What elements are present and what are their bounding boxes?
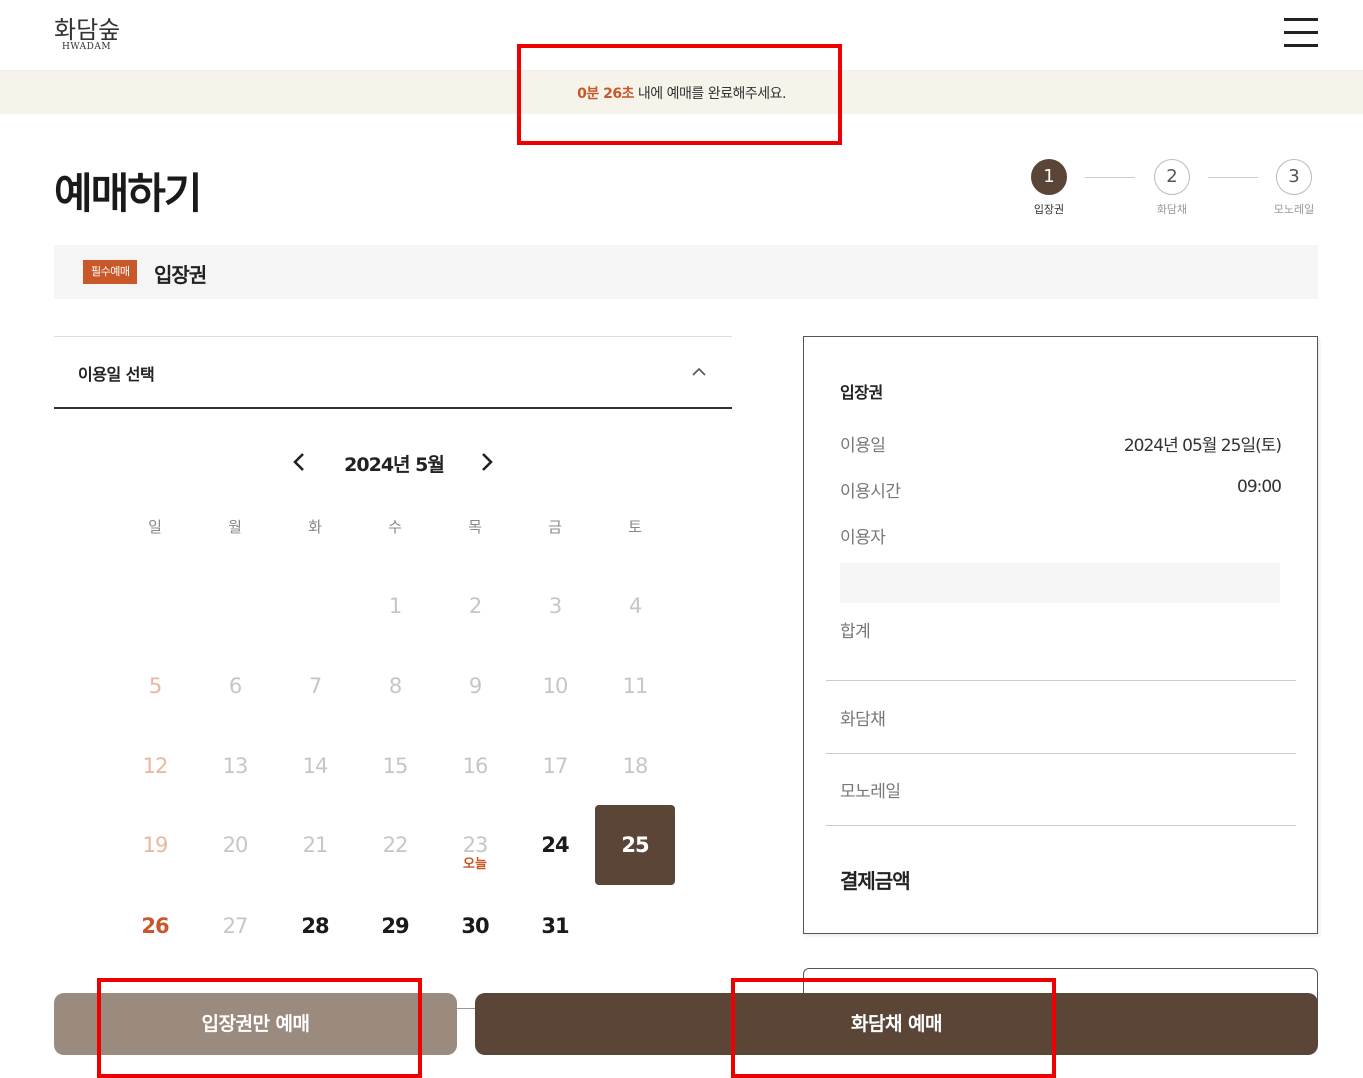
ticket-only-booking-label: 입장권만 예매: [201, 1013, 311, 1035]
calendar-day: 15: [382, 754, 409, 778]
summary-title: 입장권: [840, 383, 883, 402]
calendar-day: 19: [142, 833, 169, 857]
today-label: 오늘: [463, 857, 487, 872]
calendar-day[interactable]: 30: [435, 886, 515, 966]
calendar-day: 2: [468, 594, 482, 618]
booking-summary: 입장권 이용일 2024년 05월 25일(토) 이용시간 09:00 이용자 …: [803, 336, 1318, 934]
summary-label-visitors: 이용자: [840, 528, 886, 548]
calendar-day: 12: [142, 754, 169, 778]
timer-countdown: 0분 26초: [577, 86, 634, 102]
calendar-day[interactable]: 29: [355, 886, 435, 966]
timer-bar: 0분 26초 내에 예매를 완료해주세요.: [0, 70, 1363, 114]
divider: [826, 753, 1296, 754]
summary-label-time: 이용시간: [840, 482, 901, 502]
month-label: 2024년 5월: [344, 454, 445, 476]
calendar-day: 1: [388, 594, 402, 618]
date-select-header[interactable]: 이용일 선택: [54, 336, 732, 409]
divider: [826, 680, 1296, 681]
calendar-day-selected[interactable]: 25: [595, 805, 675, 885]
required-badge: 필수예매: [83, 260, 138, 284]
weekday-tue: 화: [308, 518, 322, 536]
logo-subtitle: HWADAM: [62, 42, 112, 52]
calendar-day: 18: [622, 754, 649, 778]
section-title: 입장권: [154, 263, 207, 287]
step-label: 모노레일: [1273, 203, 1315, 216]
step-ticket: 1 입장권: [1014, 159, 1084, 217]
step-restaurant: 2 화담채: [1137, 159, 1207, 217]
step-number: 1: [1031, 159, 1067, 195]
calendar-day: 8: [388, 674, 402, 698]
timer-message: 0분 26초 내에 예매를 완료해주세요.: [0, 83, 1363, 103]
weekday-wed: 수: [388, 518, 402, 536]
weekday-sun: 일: [148, 518, 162, 536]
chevron-up-icon[interactable]: [692, 365, 706, 379]
restaurant-booking-label: 화담채 예매: [850, 1013, 943, 1035]
logo[interactable]: 화담숲: [54, 10, 120, 45]
summary-label-monorail: 모노레일: [840, 782, 901, 802]
calendar-day[interactable]: 28: [275, 886, 355, 966]
step-label: 화담채: [1156, 203, 1188, 216]
step-connector: [1085, 177, 1135, 178]
weekday-thu: 목: [468, 518, 482, 536]
calendar-day: 21: [302, 833, 329, 857]
page-title: 예매하기: [54, 169, 203, 218]
weekday-mon: 월: [228, 518, 242, 536]
calendar-day: 6: [228, 674, 242, 698]
calendar-day[interactable]: 26: [115, 886, 195, 966]
summary-label-restaurant: 화담채: [840, 710, 886, 730]
calendar-day: 11: [622, 674, 649, 698]
calendar-day-today: 23 오늘: [435, 805, 515, 885]
calendar-day: 14: [302, 754, 329, 778]
calendar-day: 9: [468, 674, 482, 698]
summary-value-time: 09:00: [1237, 477, 1282, 497]
summary-total-label: 결제금액: [840, 869, 911, 893]
calendar-day: 10: [542, 674, 569, 698]
step-label: 입장권: [1033, 203, 1065, 216]
step-monorail: 3 모노레일: [1259, 159, 1329, 217]
divider: [826, 825, 1296, 826]
calendar-day: 27: [222, 914, 249, 938]
chevron-right-icon[interactable]: [474, 450, 498, 474]
summary-label-subtotal: 합계: [840, 622, 871, 642]
step-connector: [1208, 177, 1258, 178]
restaurant-booking-button[interactable]: 화담채 예매: [475, 993, 1318, 1055]
calendar-day: 17: [542, 754, 569, 778]
calendar-day: 4: [628, 594, 642, 618]
step-number: 2: [1154, 159, 1190, 195]
calendar-day[interactable]: 24: [515, 805, 595, 885]
calendar-day: 13: [222, 754, 249, 778]
hamburger-menu-icon[interactable]: [1284, 18, 1318, 48]
calendar-day: 5: [148, 674, 162, 698]
date-select-title: 이용일 선택: [78, 365, 155, 384]
timer-message-text: 내에 예매를 완료해주세요.: [633, 86, 787, 102]
section-header: 필수예매 입장권: [54, 245, 1318, 299]
calendar-day: 22: [382, 833, 409, 857]
visitors-box: [840, 563, 1280, 603]
summary-label-date: 이용일: [840, 436, 886, 456]
ticket-only-booking-button[interactable]: 입장권만 예매: [54, 993, 457, 1055]
month-navigation: 2024년 5월: [54, 446, 732, 480]
divider: [456, 1008, 476, 1009]
header: 화담숲 HWADAM: [0, 0, 1363, 70]
chevron-left-icon[interactable]: [288, 450, 312, 474]
step-number: 3: [1276, 159, 1312, 195]
calendar-day: 16: [462, 754, 489, 778]
calendar-day: 7: [308, 674, 322, 698]
calendar-day: 20: [222, 833, 249, 857]
weekday-fri: 금: [548, 518, 562, 536]
summary-value-date: 2024년 05월 25일(토): [1123, 436, 1282, 456]
calendar-day[interactable]: 31: [515, 886, 595, 966]
calendar-day: 23: [462, 833, 489, 857]
calendar-day: 3: [548, 594, 562, 618]
weekday-sat: 토: [628, 518, 642, 536]
